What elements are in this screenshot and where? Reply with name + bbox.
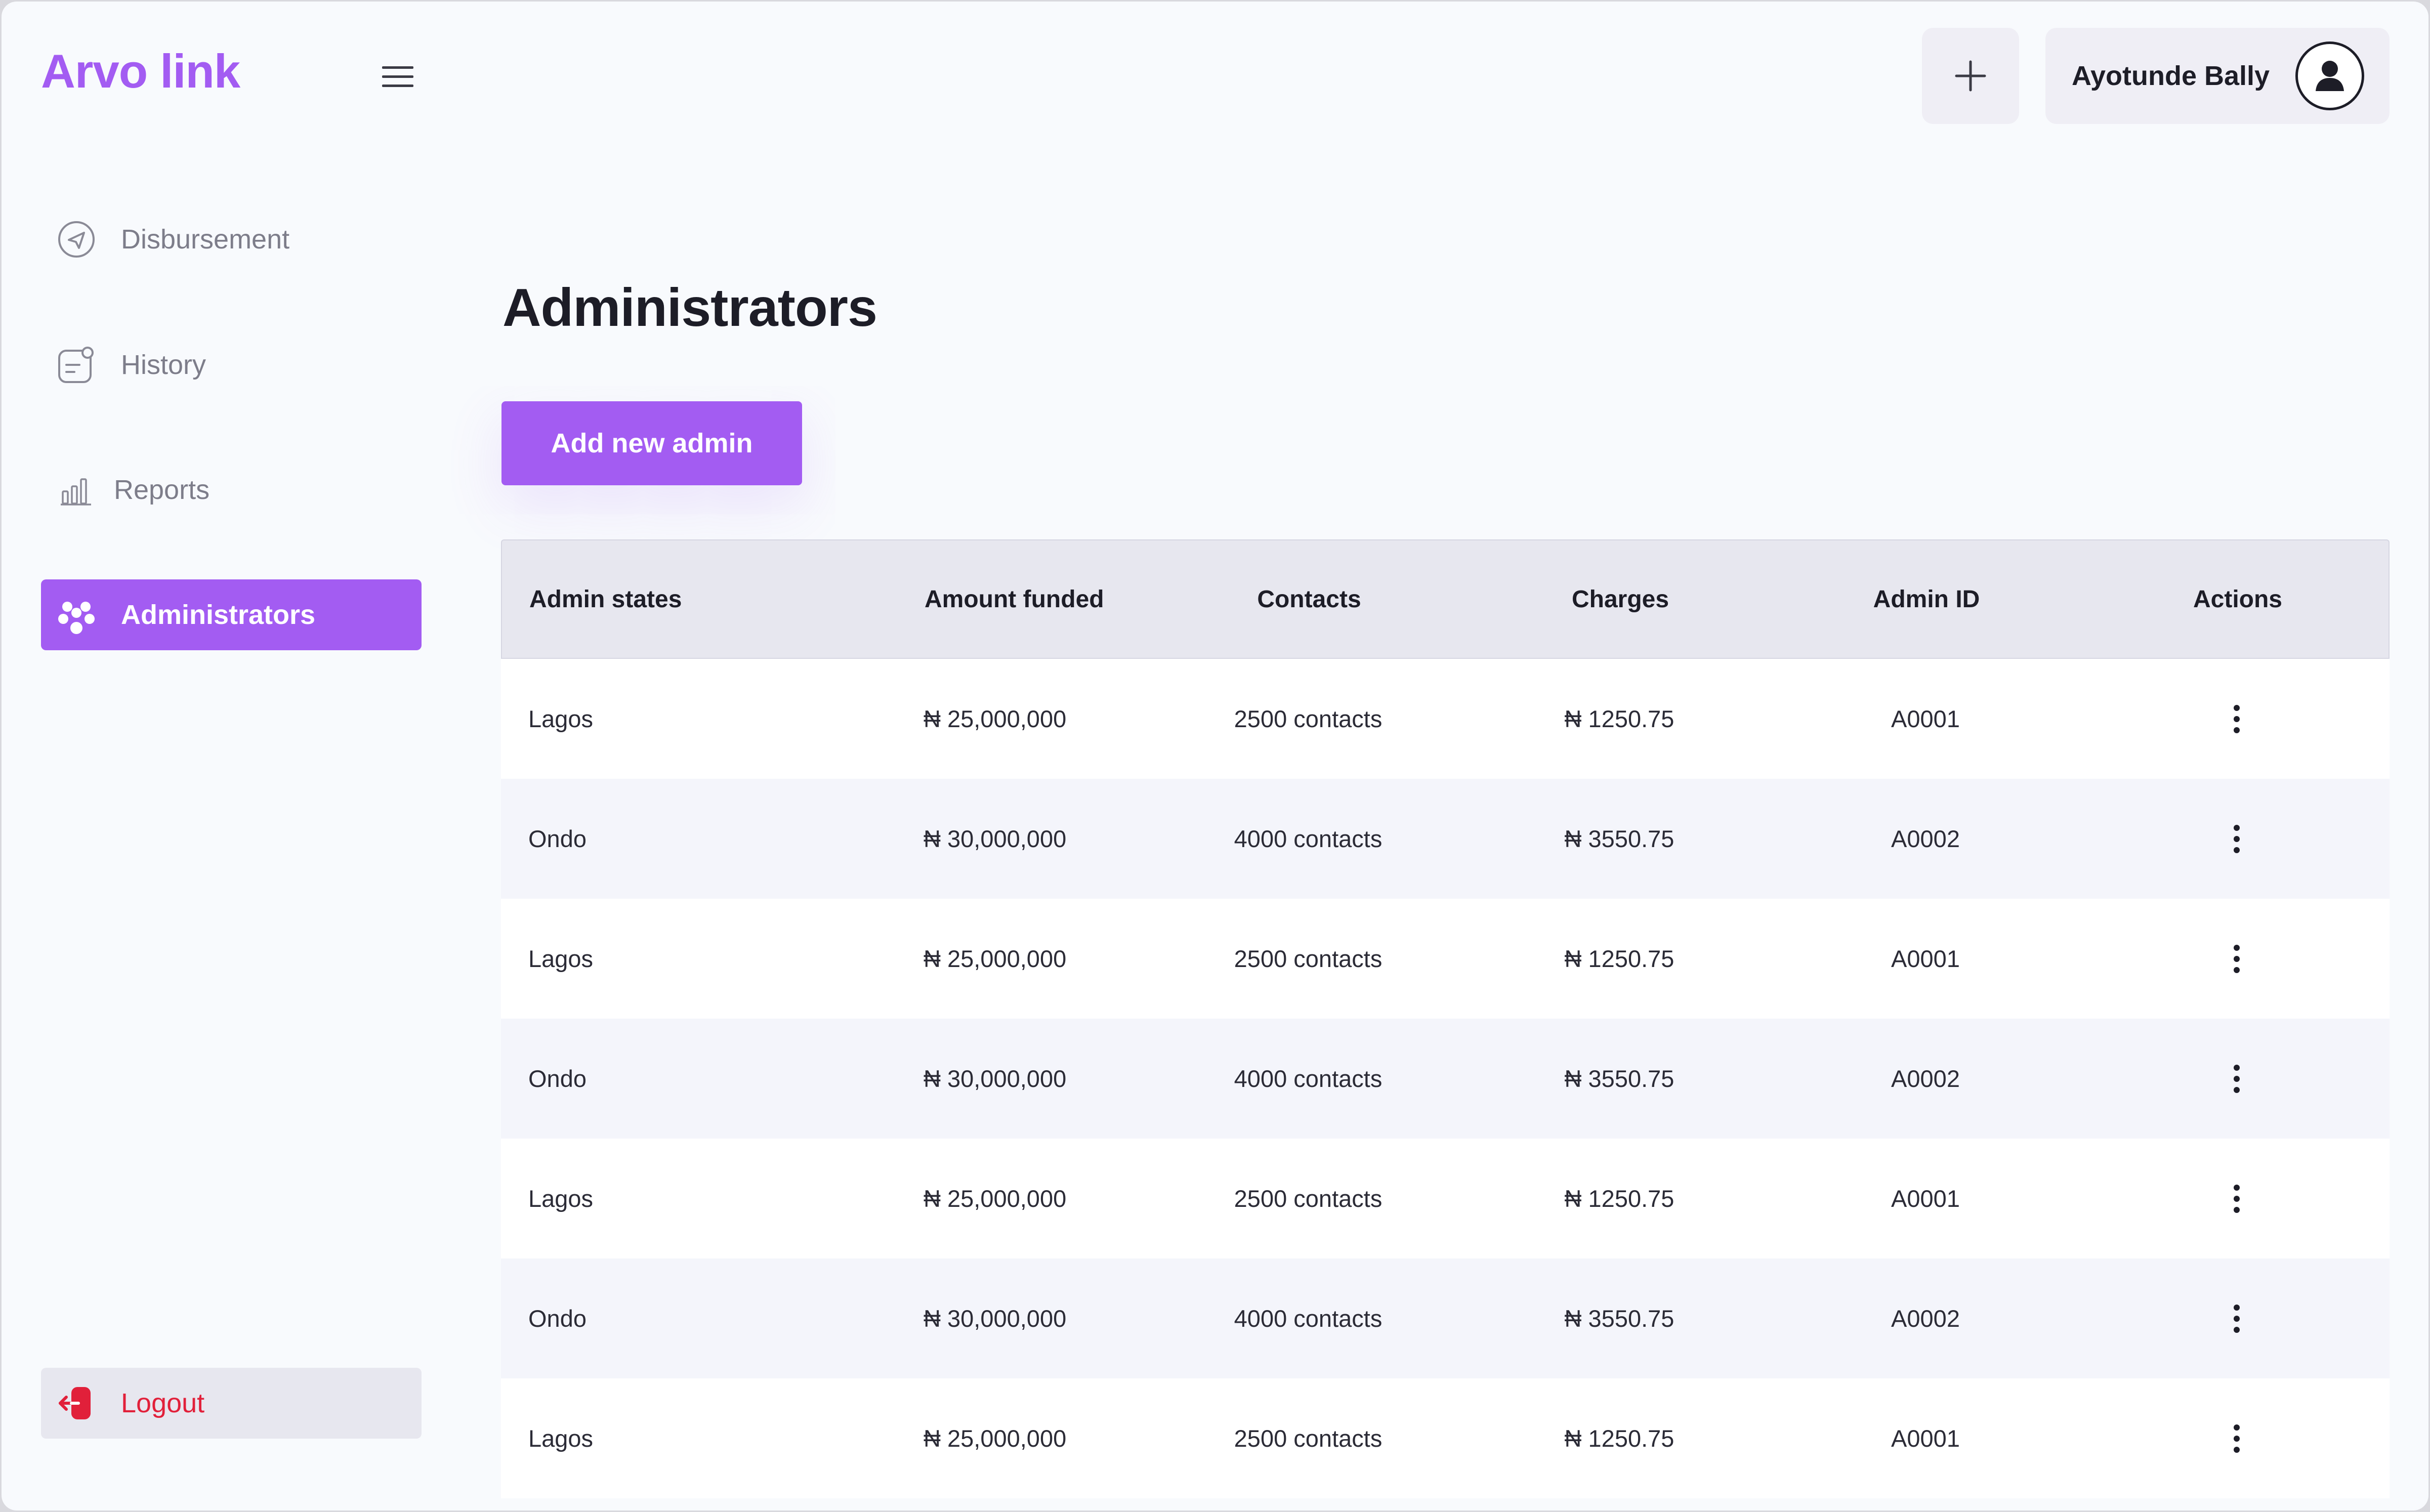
more-options-icon[interactable] (2222, 1056, 2252, 1102)
charges-cell: ₦ 1250.75 (1564, 945, 1674, 972)
actions-cell (2156, 1258, 2318, 1378)
table-row[interactable]: Lagos ₦ 25,000,000 2500 contacts ₦ 1250.75 A… (501, 1378, 2390, 1498)
more-options-icon[interactable] (2222, 696, 2252, 742)
contacts-cell: 2500 contacts (1234, 1425, 1382, 1452)
sidebar-item-label: Reports (114, 475, 210, 505)
more-options-icon[interactable] (2222, 1176, 2252, 1222)
user-name: Ayotunde Bally (2072, 61, 2270, 91)
user-icon (2316, 61, 2344, 91)
amount-funded-cell: ₦ 25,000,000 (924, 705, 1067, 732)
amount-funded-cell: ₦ 30,000,000 (924, 1305, 1067, 1332)
send-icon (56, 219, 97, 260)
administrators-table: Admin states Amount funded Contacts Char… (501, 539, 2390, 1498)
add-new-admin-button[interactable]: Add new admin (501, 401, 802, 485)
column-header-charges[interactable]: Charges (1539, 540, 1701, 658)
table-row[interactable]: Lagos ₦ 25,000,000 2500 contacts ₦ 1250.75 A… (501, 659, 2390, 779)
actions-cell (2156, 899, 2318, 1019)
sidebar-item-history[interactable]: History (41, 329, 422, 400)
actions-cell (2156, 659, 2318, 779)
actions-cell (2156, 779, 2318, 899)
brand-logo[interactable]: Arvo link (41, 44, 240, 99)
contacts-cell: 2500 contacts (1234, 705, 1382, 732)
column-header-admin-id[interactable]: Admin ID (1843, 540, 2010, 658)
amount-funded-cell: ₦ 25,000,000 (924, 1185, 1067, 1212)
table-header: Admin states Amount funded Contacts Char… (501, 539, 2390, 659)
column-header-admin-states[interactable]: Admin states (529, 540, 682, 658)
more-options-icon[interactable] (2222, 816, 2252, 862)
table-row[interactable]: Ondo ₦ 30,000,000 4000 contacts ₦ 3550.75 A0… (501, 779, 2390, 899)
admin-id-cell: A0001 (1891, 705, 1960, 732)
contacts-cell: 2500 contacts (1234, 1185, 1382, 1212)
people-icon (56, 595, 97, 635)
logout-icon (56, 1383, 97, 1423)
table-row[interactable]: Ondo ₦ 30,000,000 4000 contacts ₦ 3550.75 A0… (501, 1019, 2390, 1139)
charges-cell: ₦ 1250.75 (1564, 1425, 1674, 1452)
charges-cell: ₦ 3550.75 (1564, 1305, 1674, 1332)
table-row[interactable]: Lagos ₦ 25,000,000 2500 contacts ₦ 1250.75 A… (501, 899, 2390, 1019)
admin-id-cell: A0001 (1891, 1425, 1960, 1452)
sidebar-item-label: History (121, 350, 206, 380)
state-cell: Lagos (528, 705, 594, 732)
table-row[interactable]: Lagos ₦ 25,000,000 2500 contacts ₦ 1250.75 A… (501, 1139, 2390, 1258)
table-body: Lagos ₦ 25,000,000 2500 contacts ₦ 1250.75 A… (501, 659, 2390, 1498)
state-cell: Lagos (528, 1425, 594, 1452)
charges-cell: ₦ 3550.75 (1564, 1065, 1674, 1092)
admin-id-cell: A0001 (1891, 1185, 1960, 1212)
admin-id-cell: A0002 (1891, 825, 1960, 852)
sidebar-item-label: Disbursement (121, 224, 290, 255)
actions-cell (2156, 1139, 2318, 1258)
add-button[interactable] (1922, 28, 2019, 124)
column-header-amount-funded[interactable]: Amount funded (925, 540, 1104, 658)
column-header-actions: Actions (2193, 585, 2282, 613)
admin-id-cell: A0001 (1891, 945, 1960, 972)
amount-funded-cell: ₦ 25,000,000 (924, 945, 1067, 972)
menu-toggle-icon[interactable] (380, 64, 415, 90)
contacts-cell: 2500 contacts (1234, 945, 1382, 972)
state-cell: Ondo (528, 825, 586, 852)
charges-cell: ₦ 1250.75 (1564, 705, 1674, 732)
user-menu[interactable]: Ayotunde Bally (2045, 28, 2390, 124)
admin-id-cell: A0002 (1891, 1065, 1960, 1092)
more-options-icon[interactable] (2222, 936, 2252, 982)
state-cell: Lagos (528, 945, 594, 972)
amount-funded-cell: ₦ 30,000,000 (924, 825, 1067, 852)
logout-button[interactable]: Logout (41, 1368, 422, 1439)
sidebar-item-reports[interactable]: Reports (41, 454, 422, 525)
history-icon (56, 345, 97, 385)
app-window: Arvo link Disbursement History Reports A… (2, 2, 2428, 1510)
contacts-cell: 4000 contacts (1234, 1305, 1382, 1332)
actions-cell (2156, 1019, 2318, 1139)
avatar (2295, 41, 2364, 110)
page-title: Administrators (502, 278, 877, 338)
amount-funded-cell: ₦ 30,000,000 (924, 1065, 1067, 1092)
actions-cell (2156, 1378, 2318, 1498)
charges-cell: ₦ 1250.75 (1564, 1185, 1674, 1212)
logout-label: Logout (121, 1388, 205, 1418)
contacts-cell: 4000 contacts (1234, 825, 1382, 852)
state-cell: Ondo (528, 1305, 586, 1332)
column-header-contacts[interactable]: Contacts (1226, 540, 1393, 658)
sidebar-item-label: Administrators (121, 600, 316, 630)
state-cell: Lagos (528, 1185, 594, 1212)
amount-funded-cell: ₦ 25,000,000 (924, 1425, 1067, 1452)
sidebar-item-administrators[interactable]: Administrators (41, 579, 422, 650)
more-options-icon[interactable] (2222, 1296, 2252, 1341)
contacts-cell: 4000 contacts (1234, 1065, 1382, 1092)
charges-cell: ₦ 3550.75 (1564, 825, 1674, 852)
state-cell: Ondo (528, 1065, 586, 1092)
more-options-icon[interactable] (2222, 1416, 2252, 1461)
admin-id-cell: A0002 (1891, 1305, 1960, 1332)
bar-chart-icon (56, 470, 97, 510)
sidebar-item-disbursement[interactable]: Disbursement (41, 204, 422, 275)
table-row[interactable]: Ondo ₦ 30,000,000 4000 contacts ₦ 3550.75 A0… (501, 1258, 2390, 1378)
plus-icon (1955, 60, 1986, 92)
